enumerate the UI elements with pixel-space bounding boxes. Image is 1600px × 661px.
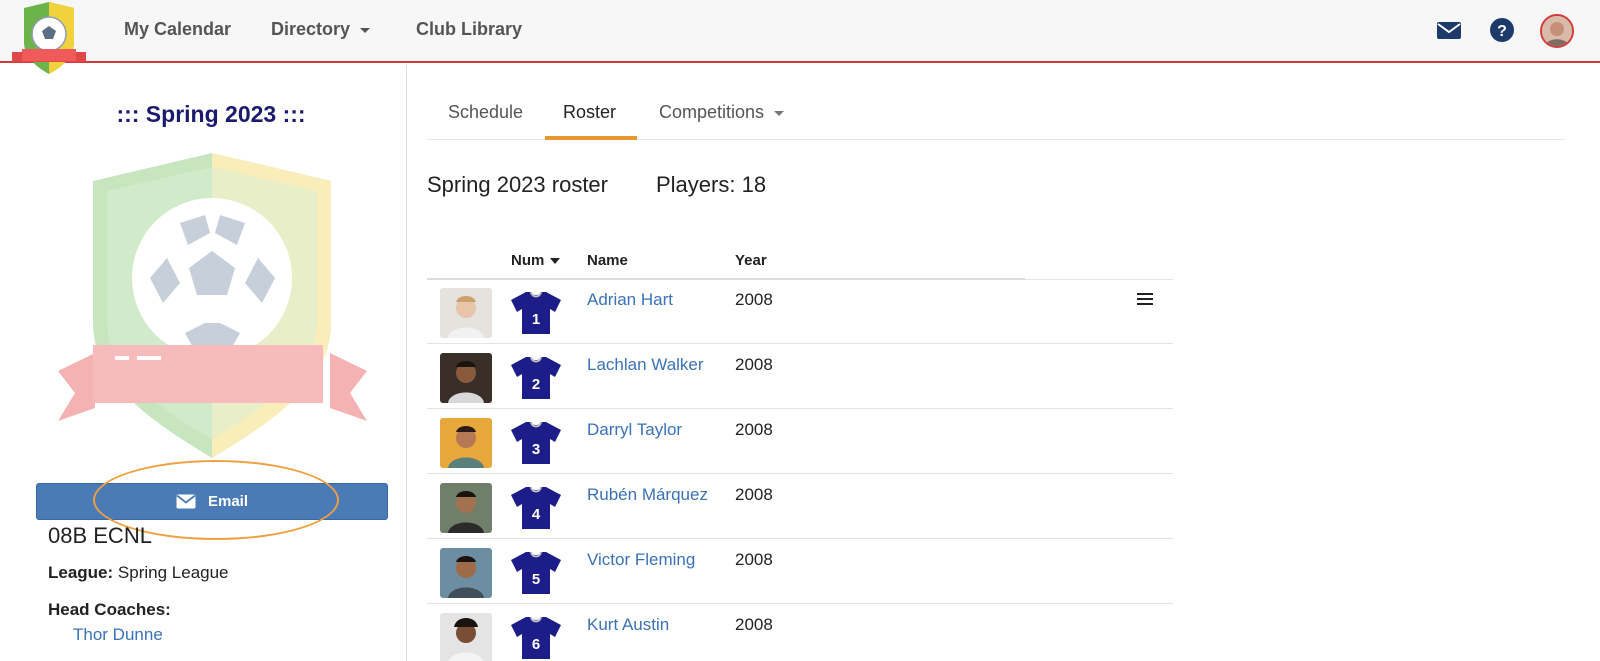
team-sidebar: ::: Spring 2023 ::: Email 08B ECNL Leagu… <box>0 65 407 661</box>
club-logo-icon[interactable] <box>12 2 86 74</box>
player-photo[interactable] <box>440 483 492 533</box>
player-name-link[interactable]: Rubén Márquez <box>587 485 708 505</box>
jersey-number: 4 <box>532 506 541 523</box>
player-year: 2008 <box>735 485 773 504</box>
player-year: 2008 <box>735 290 773 309</box>
nav-directory-label: Directory <box>271 19 351 39</box>
season-title: ::: Spring 2023 ::: <box>116 101 306 127</box>
table-row: 1 Adrian Hart 2008 <box>427 280 1173 344</box>
team-crest-icon <box>58 153 367 458</box>
jersey-number: 5 <box>532 571 540 588</box>
table-row: 3 Darryl Taylor 2008 <box>427 410 1173 474</box>
email-button-label: Email <box>207 493 249 510</box>
player-year: 2008 <box>735 420 773 439</box>
player-photo[interactable] <box>440 288 492 338</box>
tab-roster[interactable]: Roster <box>563 102 616 123</box>
chevron-down-icon <box>774 110 785 116</box>
player-name-link[interactable]: Adrian Hart <box>587 290 673 310</box>
column-header-year[interactable]: Year <box>735 252 767 269</box>
player-year: 2008 <box>735 550 773 569</box>
jersey-icon: 6 <box>511 616 561 659</box>
table-row: 4 Rubén Márquez 2008 <box>427 475 1173 539</box>
jersey-number: 1 <box>532 311 540 328</box>
coach-link[interactable]: Thor Dunne <box>73 625 163 645</box>
help-icon[interactable]: ? <box>1489 17 1515 43</box>
player-photo[interactable] <box>440 613 492 661</box>
jersey-icon: 2 <box>511 356 561 399</box>
column-header-name[interactable]: Name <box>587 252 628 269</box>
league-info: League: Spring League <box>48 563 229 583</box>
chevron-down-icon <box>360 27 371 33</box>
tab-schedule[interactable]: Schedule <box>448 102 523 123</box>
jersey-icon: 5 <box>511 551 561 594</box>
nav-my-calendar[interactable]: My Calendar <box>124 19 231 40</box>
hamburger-menu-icon[interactable] <box>1137 292 1153 306</box>
player-photo[interactable] <box>440 418 492 468</box>
sort-desc-icon <box>550 258 561 265</box>
team-name: 08B ECNL <box>48 523 152 548</box>
user-avatar[interactable] <box>1540 14 1574 48</box>
envelope-icon <box>176 494 196 509</box>
column-header-num[interactable]: Num <box>511 252 561 269</box>
jersey-number: 2 <box>532 376 540 393</box>
svg-text:?: ? <box>1497 23 1507 40</box>
jersey-number: 3 <box>532 441 540 458</box>
table-row: 6 Kurt Austin 2008 <box>427 605 1173 661</box>
envelope-icon[interactable] <box>1436 17 1462 43</box>
jersey-number: 6 <box>532 636 540 653</box>
league-value: Spring League <box>117 563 229 582</box>
num-header-label: Num <box>511 252 545 269</box>
jersey-icon: 1 <box>511 291 561 334</box>
tab-competitions-label: Competitions <box>659 102 765 122</box>
tab-competitions[interactable]: Competitions <box>659 102 785 123</box>
jersey-icon: 4 <box>511 486 561 529</box>
email-team-button[interactable]: Email <box>36 483 388 520</box>
player-photo[interactable] <box>440 353 492 403</box>
nav-directory[interactable]: Directory <box>271 19 371 40</box>
player-name-link[interactable]: Kurt Austin <box>587 615 669 635</box>
player-year: 2008 <box>735 355 773 374</box>
player-year: 2008 <box>735 615 773 634</box>
table-row: 2 Lachlan Walker 2008 <box>427 345 1173 409</box>
players-count: Players: 18 <box>656 172 767 197</box>
roster-title: Spring 2023 roster <box>427 172 608 197</box>
player-photo[interactable] <box>440 548 492 598</box>
player-name-link[interactable]: Victor Fleming <box>587 550 695 570</box>
head-coaches-label: Head Coaches: <box>48 600 171 619</box>
team-tabs: Schedule Roster Competitions <box>427 88 1565 140</box>
league-label: League: <box>48 563 114 582</box>
jersey-icon: 3 <box>511 421 561 464</box>
player-name-link[interactable]: Lachlan Walker <box>587 355 704 375</box>
nav-club-library[interactable]: Club Library <box>416 19 522 40</box>
player-name-link[interactable]: Darryl Taylor <box>587 420 682 440</box>
user-photo-icon <box>1542 16 1572 46</box>
table-row: 5 Victor Fleming 2008 <box>427 540 1173 604</box>
active-tab-indicator <box>545 136 637 140</box>
top-navbar: My Calendar Directory Club Library ? <box>0 0 1600 74</box>
